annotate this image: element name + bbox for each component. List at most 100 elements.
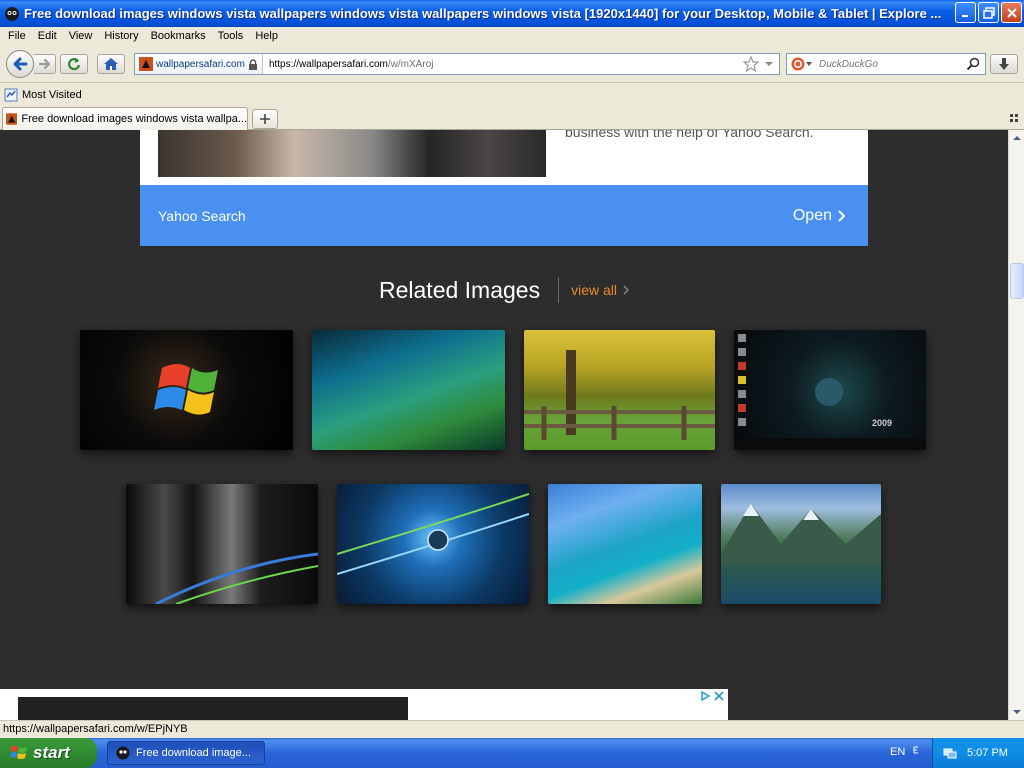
menu-help[interactable]: Help [249,30,284,42]
vertical-scrollbar[interactable] [1008,130,1024,720]
close-button[interactable] [1001,2,1022,23]
search-engine-button[interactable] [787,54,815,74]
scroll-up-button[interactable] [1009,130,1024,146]
close-icon [1006,7,1017,18]
fence-illustration [524,350,715,440]
restore-button[interactable] [978,2,999,23]
language-indicator[interactable]: EN [890,746,919,758]
chevron-right-icon [838,209,846,222]
thumbnail-caption: 2009 [872,418,893,428]
url-path: /w/mXAroj [387,58,434,70]
network-icon[interactable] [943,746,957,760]
plus-icon [260,114,270,124]
related-images-header: Related Images view all [0,277,1008,303]
site-favicon-icon [139,57,153,71]
ad-description: business with the help of Yahoo Search. [565,130,814,140]
status-bar: https://wallpapersafari.com/w/EPjNYB [0,720,1024,738]
navigation-toolbar: wallpapersafari.com https://wallpapersaf… [0,45,1024,83]
language-bar-icon [913,746,919,754]
ad-choices[interactable] [700,691,724,701]
tab-label: Free download images windows vista wallp… [21,113,247,125]
ad-open-label: Open [792,206,832,224]
windows-flag-icon [10,746,27,759]
reload-icon [67,58,81,71]
forward-button[interactable] [34,54,56,74]
system-tray: 5:07 PM [932,738,1024,768]
related-image-vista-orb[interactable] [337,484,529,604]
menu-edit[interactable]: Edit [32,30,63,42]
task-app-icon [116,746,130,760]
menu-bookmarks[interactable]: Bookmarks [145,30,212,42]
start-button[interactable]: start [0,738,97,768]
tab-bar: Free download images windows vista wallp… [0,106,1024,130]
download-arrow-icon [999,58,1009,70]
menu-file[interactable]: File [2,30,32,42]
back-arrow-icon [13,57,28,71]
related-image-tropical-bay[interactable] [548,484,702,604]
menu-bar: File Edit View History Bookmarks Tools H… [0,27,1024,45]
ad-cta-bar[interactable]: Yahoo Search Open [140,185,868,246]
yahoo-ad[interactable]: business with the help of Yahoo Search. … [140,130,868,246]
reload-button[interactable] [60,54,88,74]
scroll-down-button[interactable] [1009,704,1024,720]
scroll-thumb[interactable] [1010,263,1024,299]
view-all-link[interactable]: view all [559,282,629,298]
bookmarks-toolbar: Most Visited [0,84,1024,106]
window-controls [955,2,1022,23]
view-all-label: view all [571,282,617,298]
bottom-ad-image [18,697,408,720]
page-content: business with the help of Yahoo Search. … [0,130,1008,720]
home-icon [104,58,118,70]
chevron-right-icon [623,285,629,295]
ad-open-button[interactable]: Open [793,207,846,225]
url-dropdown-icon[interactable] [763,56,775,72]
restore-icon [982,6,995,19]
related-image-windows-logo[interactable] [80,330,293,450]
back-button[interactable] [6,50,34,78]
close-ad-icon[interactable] [714,691,724,701]
menu-view[interactable]: View [63,30,99,42]
related-image-autumn-tree-fence[interactable] [524,330,715,450]
taskbar-firefox-window[interactable]: Free download image... [107,741,265,765]
window-title: Free download images windows vista wallp… [24,6,942,21]
desktop-icons-illustration [734,334,926,450]
window-titlebar: Free download images windows vista wallp… [0,0,1024,27]
windows-logo-icon [154,364,218,415]
search-bar [786,53,986,75]
menu-history[interactable]: History [98,30,144,42]
minimize-icon [961,14,968,17]
site-identity-label: wallpapersafari.com [156,58,245,70]
tab-favicon-icon [6,113,18,125]
status-text: https://wallpapersafari.com/w/EPjNYB [3,723,188,735]
related-image-mountain-lake[interactable] [721,484,881,604]
clock[interactable]: 5:07 PM [967,747,1008,759]
url-text[interactable]: https://wallpapersafari.com/w/mXAroj [263,59,743,70]
tab-current[interactable]: Free download images windows vista wallp… [2,107,248,130]
related-image-windows7-desktop[interactable]: 2009 [734,330,926,450]
adchoices-icon [701,691,710,701]
bookmark-star-icon[interactable] [743,56,759,72]
app-icon [5,6,19,21]
new-tab-button[interactable] [252,109,278,129]
search-input[interactable] [815,58,966,70]
related-image-green-light-rays[interactable] [312,330,505,450]
home-button[interactable] [97,54,125,74]
bottom-ad[interactable] [0,689,728,720]
search-icon[interactable] [966,57,980,71]
related-image-abstract-curtain[interactable] [126,484,318,604]
mountain-illustration [721,504,881,564]
url-bar[interactable]: wallpapersafari.com https://wallpapersaf… [134,53,780,75]
downloads-button[interactable] [990,54,1018,74]
ad-brand: Yahoo Search [158,207,246,224]
language-label: EN [890,746,906,758]
site-identity-button[interactable]: wallpapersafari.com [135,54,263,74]
scroll-up-icon [1013,136,1021,140]
abstract-wave-illustration [155,552,318,604]
lock-icon [248,58,257,70]
url-host: https://wallpapersafari.com [268,58,388,70]
menu-tools[interactable]: Tools [212,30,250,42]
bookmark-most-visited[interactable]: Most Visited [22,89,82,101]
ad-photo [158,130,546,177]
list-all-tabs-icon[interactable] [1010,114,1020,124]
minimize-button[interactable] [955,2,976,23]
